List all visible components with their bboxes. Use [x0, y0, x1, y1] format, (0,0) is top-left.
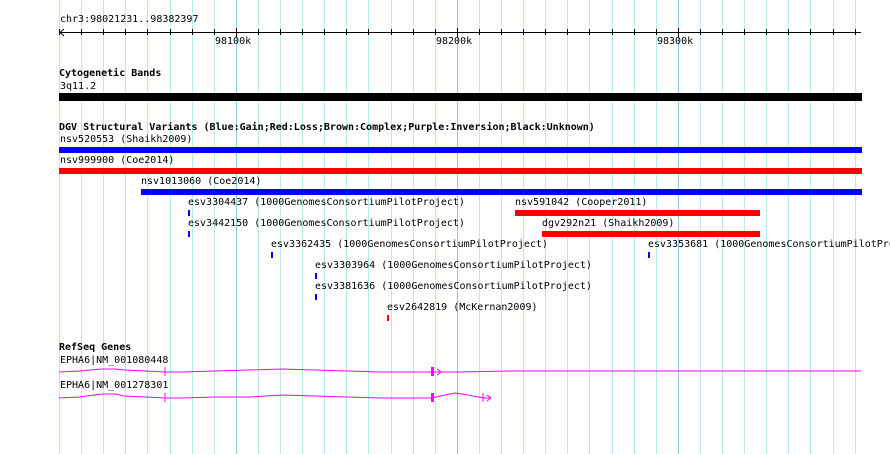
- genome-browser-view: chr3:98021231..98382397 98100k 98200k 98…: [0, 0, 890, 454]
- gene-models[interactable]: [0, 0, 890, 454]
- gene-model-nm-001080448: [58, 367, 861, 376]
- gene-model-nm-001278301: [58, 392, 492, 402]
